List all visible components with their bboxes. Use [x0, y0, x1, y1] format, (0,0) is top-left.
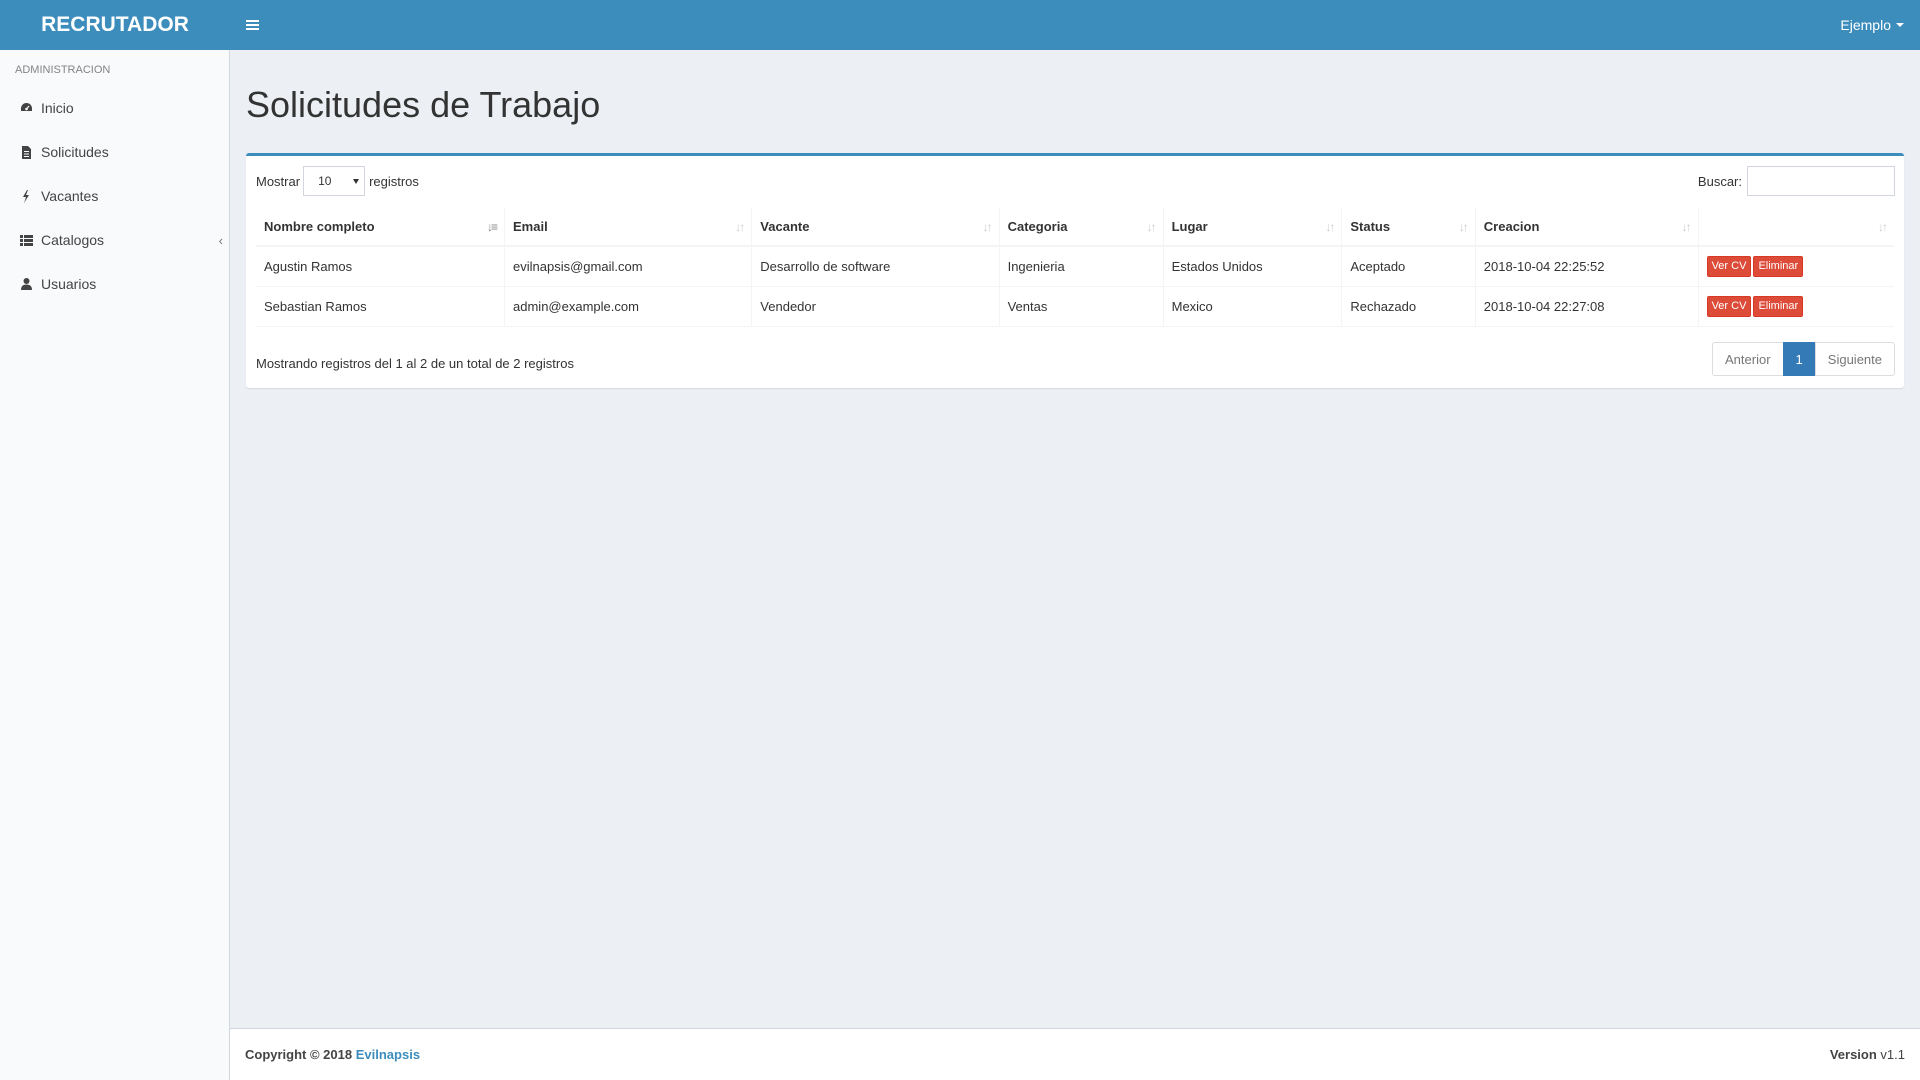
table-header-row: Nombre completo ↓≡ Email ↓↑ Vacante ↓↑ Cate…: [256, 208, 1894, 247]
sidebar-item-label: Usuarios: [41, 276, 97, 292]
table-row: Sebastian Ramos admin@example.com Vended…: [256, 286, 1894, 327]
cell-lugar: Mexico: [1163, 286, 1343, 327]
cell-status: Aceptado: [1341, 246, 1476, 287]
solicitudes-table: Nombre completo ↓≡ Email ↓↑ Vacante ↓↑ Cate…: [256, 208, 1894, 327]
view-cv-button[interactable]: Ver CV: [1706, 295, 1752, 317]
pagination: Anterior 1 Siguiente: [1712, 342, 1895, 376]
footer: Copyright © 2018 Evilnapsis Version v1.1: [230, 1028, 1920, 1080]
pagination-next-button[interactable]: Siguiente: [1814, 342, 1895, 376]
sort-icon: ↓↑: [1458, 220, 1469, 234]
cell-creacion: 2018-10-04 22:27:08: [1475, 286, 1699, 327]
column-label: Categoria: [1007, 219, 1068, 234]
cell-creacion: 2018-10-04 22:25:52: [1475, 246, 1699, 287]
bolt-icon: [18, 188, 34, 204]
table-row: Agustin Ramos evilnapsis@gmail.com Desar…: [256, 246, 1894, 287]
search-label: Buscar:: [1697, 173, 1742, 189]
version-label: Version: [1829, 1047, 1877, 1062]
app-logo[interactable]: RECRUTADOR: [0, 0, 230, 50]
cell-nombre: Agustin Ramos: [256, 246, 506, 287]
length-suffix: registros: [369, 173, 419, 189]
sidebar-item-label: Catalogos: [41, 232, 105, 248]
sidebar: ADMINISTRACION Inicio Solicitudes Vacant…: [0, 50, 230, 1080]
footer-copyright: Copyright © 2018 Evilnapsis: [245, 1047, 420, 1062]
caret-down-icon: [1896, 23, 1904, 27]
data-table-box: Mostrar 10 registros Buscar: Nombre comp…: [246, 153, 1904, 388]
length-prefix: Mostrar: [256, 173, 301, 189]
sidebar-toggle-button[interactable]: [230, 0, 274, 50]
sidebar-item-catalogos[interactable]: Catalogos ‹: [0, 218, 229, 262]
top-navbar: RECRUTADOR Ejemplo: [0, 0, 1920, 50]
sort-icon: ↓↑: [1325, 220, 1335, 234]
sidebar-item-label: Inicio: [41, 100, 74, 116]
cell-categoria: Ventas: [999, 286, 1164, 327]
sidebar-menu: Inicio Solicitudes Vacantes Catalogos ‹: [0, 86, 229, 306]
cell-vacante: Desarrollo de software: [751, 246, 1000, 287]
list-icon: [18, 232, 34, 248]
sort-asc-icon: ↓≡: [487, 220, 498, 234]
delete-button[interactable]: Eliminar: [1753, 255, 1804, 277]
search-control: Buscar:: [1698, 166, 1895, 196]
cell-vacante: Vendedor: [751, 286, 1000, 327]
column-label: Vacante: [760, 219, 810, 234]
cell-actions: Ver CV Eliminar: [1698, 246, 1894, 287]
cell-categoria: Ingenieria: [999, 246, 1164, 287]
cell-actions: Ver CV Eliminar: [1698, 286, 1894, 327]
sidebar-item-usuarios[interactable]: Usuarios: [0, 262, 229, 306]
column-header-creacion[interactable]: Creacion ↓↑: [1475, 208, 1699, 247]
sort-icon: ↓↑: [982, 220, 993, 234]
column-header-lugar[interactable]: Lugar ↓↑: [1163, 208, 1343, 247]
length-control: Mostrar 10 registros: [256, 166, 419, 196]
table-info: Mostrando registros del 1 al 2 de un tot…: [256, 356, 574, 371]
cell-email: evilnapsis@gmail.com: [504, 246, 753, 287]
cell-email: admin@example.com: [504, 286, 753, 327]
column-label: Status: [1350, 219, 1391, 234]
pagination-prev-button[interactable]: Anterior: [1712, 342, 1784, 376]
sort-icon: ↓↑: [1878, 220, 1888, 234]
cell-lugar: Estados Unidos: [1163, 246, 1343, 287]
column-label: Email: [513, 219, 548, 234]
search-input[interactable]: [1747, 166, 1895, 196]
length-select-value: 10: [318, 174, 332, 188]
sort-icon: ↓↑: [735, 220, 745, 234]
table-controls: Mostrar 10 registros Buscar:: [246, 156, 1904, 208]
sidebar-section-title: ADMINISTRACION: [15, 64, 111, 76]
delete-button[interactable]: Eliminar: [1753, 295, 1804, 317]
sidebar-item-solicitudes[interactable]: Solicitudes: [0, 130, 229, 174]
sidebar-item-label: Vacantes: [41, 188, 99, 204]
length-select[interactable]: 10: [303, 166, 366, 196]
sort-icon: ↓↑: [1146, 220, 1157, 234]
column-header-status[interactable]: Status ↓↑: [1341, 208, 1476, 247]
angle-left-icon: ‹: [218, 232, 223, 248]
sidebar-item-inicio[interactable]: Inicio: [0, 86, 229, 130]
user-menu[interactable]: Ejemplo: [1840, 0, 1904, 50]
view-cv-button[interactable]: Ver CV: [1706, 255, 1752, 277]
column-header-email[interactable]: Email ↓↑: [504, 208, 753, 247]
company-link[interactable]: Evilnapsis: [356, 1047, 420, 1062]
sidebar-item-label: Solicitudes: [41, 144, 109, 160]
copyright-text: Copyright © 2018: [245, 1047, 353, 1062]
column-header-actions[interactable]: ↓↑: [1698, 208, 1894, 247]
cell-nombre: Sebastian Ramos: [256, 286, 506, 327]
sidebar-item-vacantes[interactable]: Vacantes: [0, 174, 229, 218]
column-label: Nombre completo: [264, 219, 375, 234]
version-number: v1.1: [1880, 1047, 1905, 1062]
column-header-nombre[interactable]: Nombre completo ↓≡: [256, 208, 506, 247]
dashboard-icon: [18, 100, 34, 116]
content-wrapper: Solicitudes de Trabajo Mostrar 10 regist…: [230, 50, 1920, 1028]
pagination-page-button[interactable]: 1: [1782, 342, 1816, 376]
column-header-vacante[interactable]: Vacante ↓↑: [751, 208, 1000, 247]
column-label: Creacion: [1483, 219, 1540, 234]
footer-version: Version v1.1: [1830, 1047, 1905, 1062]
column-header-categoria[interactable]: Categoria ↓↑: [999, 208, 1164, 247]
select-arrow-icon: [353, 178, 360, 184]
page-title: Solicitudes de Trabajo: [246, 84, 601, 125]
sort-icon: ↓↑: [1681, 220, 1692, 234]
cell-status: Rechazado: [1341, 286, 1476, 327]
column-label: Lugar: [1171, 219, 1208, 234]
user-icon: [18, 276, 34, 292]
file-icon: [18, 144, 34, 160]
user-name: Ejemplo: [1840, 17, 1891, 33]
hamburger-icon: [245, 20, 259, 30]
